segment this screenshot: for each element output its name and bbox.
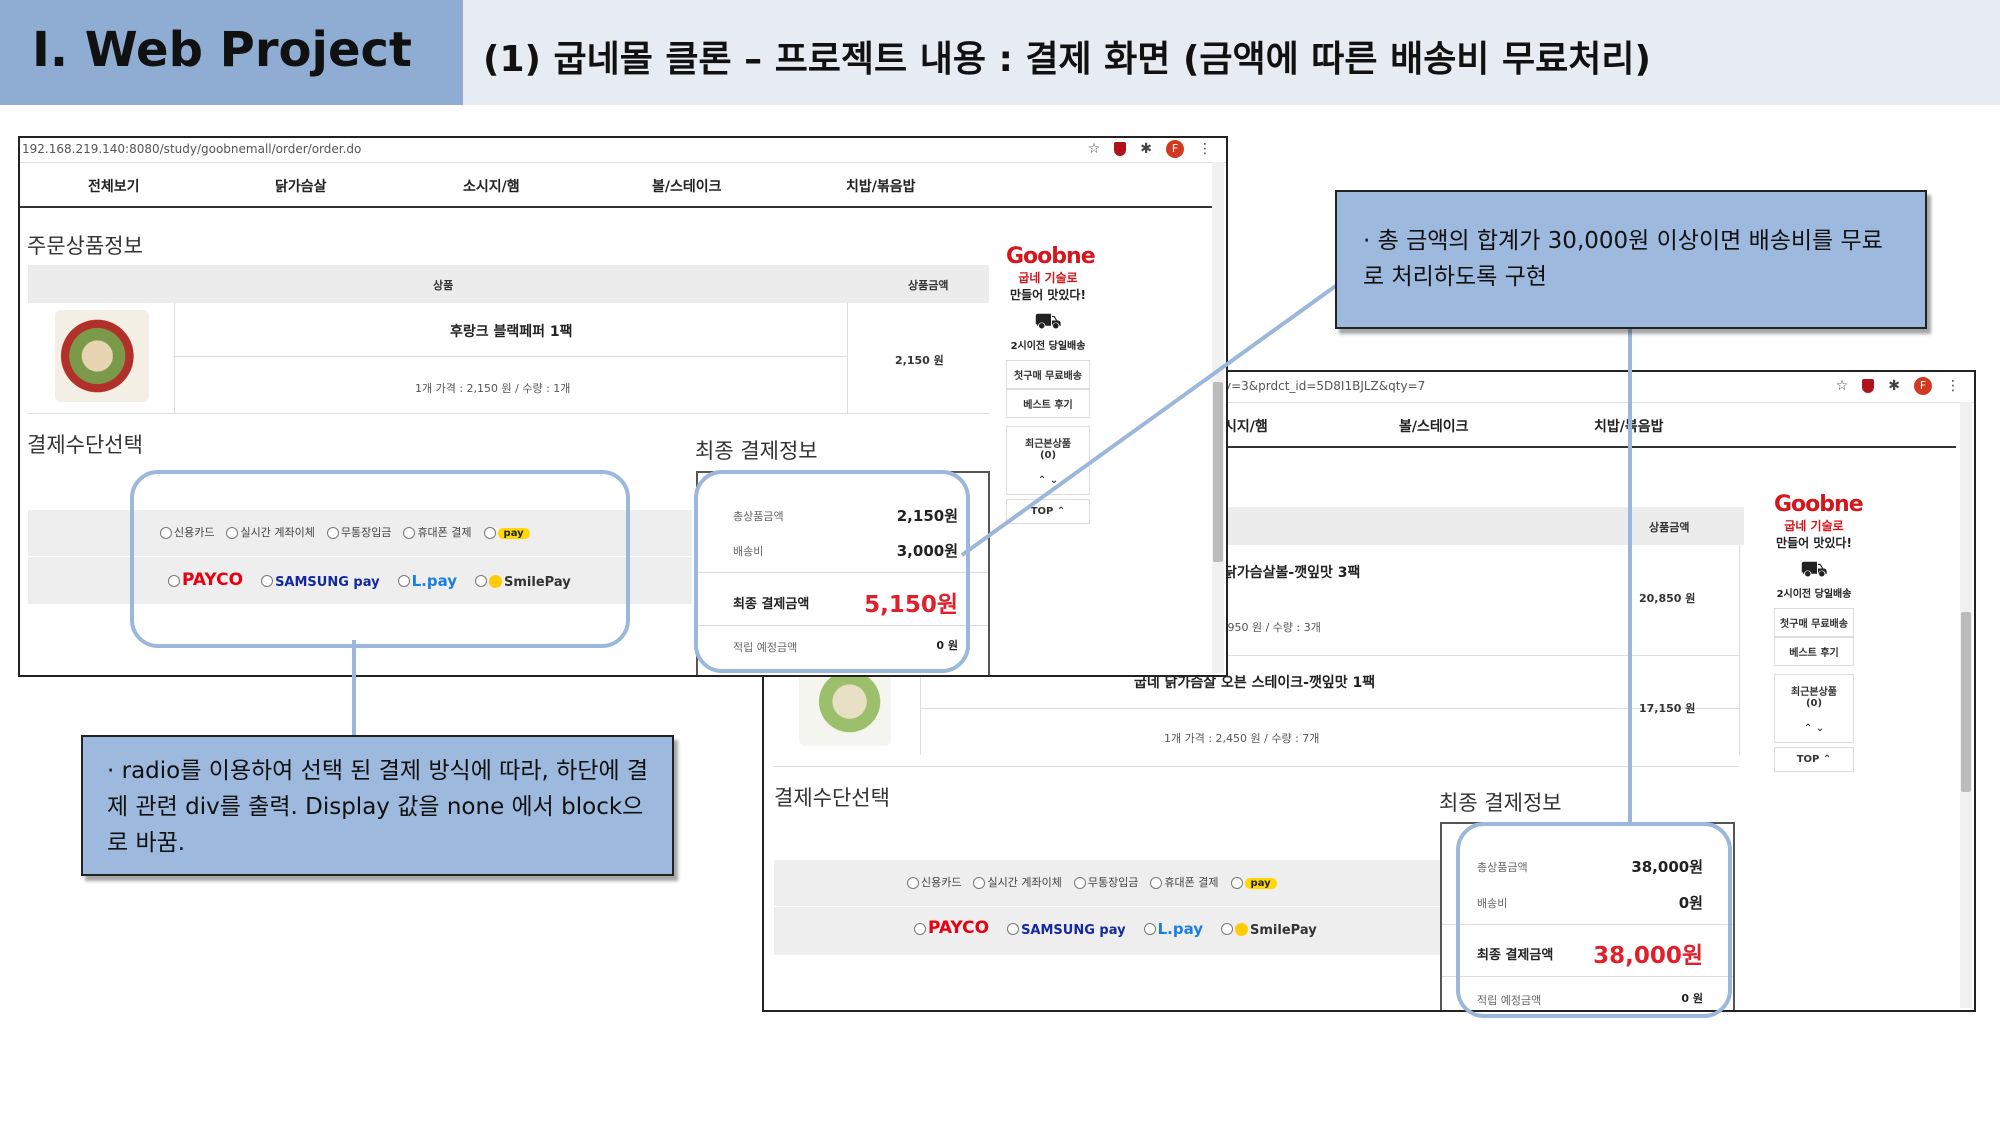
delivery-truck-icon: ⛟ (1800, 557, 1828, 582)
product-amount: 2,150 원 (895, 354, 944, 367)
radio-display-callout: · radio를 이용하여 선택 된 결제 방식에 따라, 하단에 결제 관련 … (81, 735, 674, 876)
shield-icon[interactable] (1114, 142, 1127, 156)
product-name: 후랑크 블랙페퍼 1팩 (450, 324, 573, 340)
browser-icons: ☆ ✱ F ⋮ (1836, 377, 1960, 395)
url-text[interactable]: 192.168.219.140:8080/study/goobnemall/or… (22, 142, 361, 156)
recent-nav-arrows[interactable]: ⌃ ⌄ (1775, 723, 1853, 734)
radio-phone[interactable]: 휴대폰 결제 (1150, 874, 1219, 890)
product-image (799, 672, 891, 746)
shield-icon[interactable] (1862, 379, 1875, 393)
connector-line (1628, 325, 1632, 825)
radio-smilepay[interactable]: SmilePay (1221, 919, 1317, 938)
extensions-icon[interactable]: ✱ (1140, 141, 1152, 157)
nav-item-steak[interactable]: 볼/스테이크 (1399, 416, 1469, 436)
payment-section-title: 결제수단선택 (774, 786, 890, 810)
nav-item-all[interactable]: 전체보기 (88, 176, 140, 196)
radio-payco[interactable]: PAYCO (914, 918, 989, 938)
star-icon[interactable]: ☆ (1088, 141, 1101, 157)
goobne-logo[interactable]: Goobne (1774, 492, 1864, 517)
product-amount: 17,150 원 (1639, 702, 1696, 715)
recent-products: 최근본상품 (0) ⌃ ⌄ (1006, 426, 1090, 495)
product-detail: 1개 가격 : 2,150 원 / 수량 : 1개 (415, 382, 571, 395)
radio-npay[interactable]: pay (1230, 876, 1277, 889)
amount-column-header: 상품금액 (908, 279, 949, 292)
extensions-icon[interactable]: ✱ (1888, 378, 1900, 394)
profile-avatar[interactable]: F (1914, 377, 1932, 395)
top-button[interactable]: TOP ⌃ (1006, 499, 1090, 524)
profile-avatar[interactable]: F (1166, 140, 1184, 158)
slide-title: (1) 굽네몰 클론 – 프로젝트 내용 : 결제 화면 (금액에 따른 배송비… (483, 39, 1651, 80)
recent-products: 최근본상품 (0) ⌃ ⌄ (1774, 674, 1854, 743)
side-quick-menu: Goobne 굽네 기술로 만들어 맛있다! ⛟ 2시이전 당일배송 첫구매 무… (1774, 492, 1864, 772)
product-detail: ,950 원 / 수량 : 3개 (1224, 621, 1321, 634)
address-bar[interactable]: 192.168.219.140:8080/study/goobnemall/or… (20, 138, 1226, 163)
product-name: 닭가슴살볼-깻잎맛 3팩 (1224, 565, 1361, 581)
order-table-header: 상품금액 (1224, 507, 1744, 545)
radio-display-text: · radio를 이용하여 선택 된 결제 방식에 따라, 하단에 결제 관련 … (107, 758, 649, 856)
final-payment-highlight-after (1456, 822, 1732, 1018)
recent-nav-arrows[interactable]: ⌃ ⌄ (1007, 475, 1089, 486)
first-order-link[interactable]: 첫구매 무료배송 (1006, 360, 1090, 389)
category-nav: 전체보기 닭가슴살 소시지/햄 볼/스테이크 치밥/볶음밥 (20, 162, 1212, 208)
browser-icons: ☆ ✱ F ⋮ (1088, 140, 1212, 158)
final-payment-highlight-before (694, 470, 970, 673)
shipping-rule-text: · 총 금액의 합계가 30,000원 이상이면 배송비를 무료로 처리하도록 … (1363, 228, 1883, 290)
more-menu-icon[interactable]: ⋮ (1946, 378, 1960, 394)
product-detail: 1개 가격 : 2,450 원 / 수량 : 7개 (1164, 732, 1320, 745)
radio-samsung-pay[interactable]: SAMSUNG pay (1007, 919, 1126, 938)
final-payment-title: 최종 결제정보 (695, 439, 818, 463)
best-review-link[interactable]: 베스트 후기 (1774, 637, 1854, 666)
scrollbar[interactable] (1212, 162, 1224, 673)
product-amount: 20,850 원 (1639, 592, 1696, 605)
nav-item-sausage[interactable]: 소시지/햄 (463, 176, 520, 196)
product-image (55, 310, 149, 402)
section-header: Ⅰ. Web Project (0, 0, 463, 105)
order-section-title: 주문상품정보 (27, 234, 143, 258)
slide-header: (1) 굽네몰 클론 – 프로젝트 내용 : 결제 화면 (금액에 따른 배송비… (463, 0, 2000, 105)
product-column-header: 상품 (433, 279, 454, 292)
goobne-logo[interactable]: Goobne (1006, 244, 1096, 269)
payment-method-highlight (130, 470, 630, 648)
radio-bank-transfer[interactable]: 실시간 계좌이체 (973, 874, 1062, 890)
final-payment-title: 최종 결제정보 (1439, 791, 1562, 815)
best-review-link[interactable]: 베스트 후기 (1006, 389, 1090, 418)
radio-credit-card[interactable]: 신용카드 (907, 874, 961, 890)
delivery-truck-icon: ⛟ (1034, 309, 1062, 334)
nav-item-sausage[interactable]: 시지/햄 (1224, 416, 1268, 436)
side-quick-menu: Goobne 굽네 기술로 만들어 맛있다! ⛟ 2시이전 당일배송 첫구매 무… (1006, 244, 1096, 524)
nav-item-chicken-breast[interactable]: 닭가슴살 (275, 176, 327, 196)
connector-line (352, 640, 356, 736)
amount-column-header: 상품금액 (1649, 521, 1690, 534)
url-text[interactable]: y=3&prdct_id=5D8I1BJLZ&qty=7 (1224, 379, 1425, 393)
more-menu-icon[interactable]: ⋮ (1198, 141, 1212, 157)
radio-lpay[interactable]: L.pay (1143, 919, 1203, 938)
first-order-link[interactable]: 첫구매 무료배송 (1774, 608, 1854, 637)
shipping-rule-callout: · 총 금액의 합계가 30,000원 이상이면 배송비를 무료로 처리하도록 … (1335, 190, 1927, 329)
payment-section-title: 결제수단선택 (27, 433, 143, 457)
payment-radio-group: 신용카드 실시간 계좌이체 무통장입금 휴대폰 결제 pay (907, 874, 1277, 890)
section-title: Ⅰ. Web Project (32, 22, 412, 78)
payment-brand-row: PAYCO SAMSUNG pay L.pay SmilePay (914, 918, 1317, 938)
scrollbar[interactable] (1960, 402, 1972, 1008)
order-table-header: 상품 상품금액 (28, 265, 989, 303)
payment-method-panel: 신용카드 실시간 계좌이체 무통장입금 휴대폰 결제 pay PAYCO SAM… (774, 860, 1444, 955)
star-icon[interactable]: ☆ (1836, 378, 1849, 394)
radio-deposit[interactable]: 무통장입금 (1073, 874, 1138, 890)
top-button[interactable]: TOP ⌃ (1774, 747, 1854, 772)
nav-item-rice[interactable]: 치밥/볶음밥 (846, 176, 916, 196)
nav-item-steak[interactable]: 볼/스테이크 (652, 176, 722, 196)
